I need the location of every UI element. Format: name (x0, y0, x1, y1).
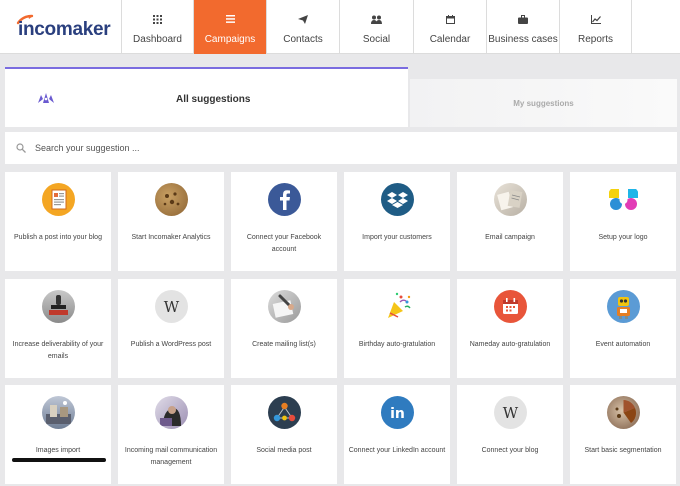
calendar-day-icon (494, 290, 527, 323)
card-label: Import your customers (362, 234, 432, 241)
stamp-icon (42, 290, 75, 323)
search-bar (5, 132, 677, 164)
grid-icon (152, 13, 164, 25)
card-label: Birthday auto-gratulation (358, 341, 436, 348)
nav-business-cases[interactable]: Business cases (486, 0, 559, 54)
nav-label: Business cases (488, 34, 558, 45)
analytics-cookie-icon (155, 183, 188, 216)
line-chart-icon (590, 13, 602, 25)
nav-label: Contacts (283, 34, 323, 45)
tab-label: My suggestions (513, 98, 574, 108)
svg-text:in: in (390, 406, 405, 422)
card-label: Connect your LinkedIn account (348, 447, 446, 454)
nav-calendar[interactable]: Calendar (413, 0, 486, 54)
suggestion-card[interactable]: Connect your Facebook account (231, 172, 337, 271)
card-label: Social media post (256, 447, 312, 454)
card-label: Setup your logo (598, 234, 648, 241)
wikipedia-icon: W (494, 396, 527, 429)
suggestion-card[interactable]: Publish a post into your blog (5, 172, 111, 271)
card-label: Create mailing list(s) (252, 341, 316, 348)
card-label: Email campaign (485, 234, 535, 241)
tab-label: All suggestions (176, 94, 251, 105)
suggestion-card[interactable]: Event automation (570, 279, 676, 378)
suggestion-card[interactable]: Social media post (231, 385, 337, 484)
suggestion-card[interactable]: Email campaign (457, 172, 563, 271)
suggestion-card[interactable]: W Publish a WordPress post (118, 279, 224, 378)
mailing-list-icon (268, 290, 301, 323)
tab-all-suggestions[interactable]: All suggestions (5, 67, 408, 127)
nav-label: Calendar (429, 34, 471, 45)
email-photo-icon (494, 183, 527, 216)
linkedin-icon: in (381, 396, 414, 429)
dropbox-icon (381, 183, 414, 216)
card-label: Nameday auto-gratulation (469, 341, 551, 348)
card-label: Connect your Facebook account (246, 234, 322, 253)
wordpress-icon: W (155, 290, 188, 323)
nav-dashboard[interactable]: Dashboard (121, 0, 193, 54)
search-icon (16, 143, 26, 153)
suggestions-icon (38, 93, 54, 103)
top-navigation-bar: incomaker Dashboard Campaigns Contacts S… (0, 0, 680, 54)
card-label: Images import (35, 447, 81, 454)
card-label: Incoming mail communication management (124, 447, 218, 466)
party-popper-icon (381, 290, 414, 323)
card-label: Start Incomaker Analytics (131, 234, 211, 241)
nav-label: Campaigns (204, 34, 256, 45)
logo-text: incomaker (18, 19, 111, 40)
suggestion-card[interactable]: Import your customers (344, 172, 450, 271)
suggestion-card[interactable]: Incoming mail communication management (118, 385, 224, 484)
card-label: Start basic segmentation (584, 447, 662, 454)
search-input[interactable] (35, 138, 635, 158)
svg-text:W: W (503, 404, 519, 422)
social-network-icon (268, 396, 301, 429)
segmentation-icon (607, 396, 640, 429)
suggestion-card[interactable]: Create mailing list(s) (231, 279, 337, 378)
paper-plane-icon (297, 13, 309, 25)
svg-text:W: W (164, 298, 180, 316)
suggestion-card[interactable]: Start basic segmentation (570, 385, 676, 484)
suggestion-card[interactable]: Images import (5, 385, 111, 484)
blog-post-icon (42, 183, 75, 216)
nav-reports[interactable]: Reports (559, 0, 632, 54)
facebook-icon (268, 183, 301, 216)
incoming-mail-icon (155, 396, 188, 429)
tab-my-suggestions[interactable]: My suggestions (410, 79, 677, 127)
suggestion-tabs: All suggestions My suggestions (5, 67, 677, 127)
calendar-icon (444, 13, 456, 25)
incomaker-logo[interactable]: incomaker (0, 0, 121, 54)
nav-contacts[interactable]: Contacts (266, 0, 339, 54)
suggestion-card[interactable]: Increase deliverability of your emails (5, 279, 111, 378)
suggestion-card[interactable]: Start Incomaker Analytics (118, 172, 224, 271)
card-label: Event automation (595, 341, 651, 348)
card-label: Publish a WordPress post (130, 341, 212, 348)
card-label: Publish a post into your blog (14, 234, 102, 241)
nav-social[interactable]: Social (339, 0, 413, 54)
suggestion-card[interactable]: Nameday auto-gratulation (457, 279, 563, 378)
suggestion-card[interactable]: in Connect your LinkedIn account (344, 385, 450, 484)
main-nav: Dashboard Campaigns Contacts Social Cale… (121, 0, 632, 54)
logo-design-icon (607, 183, 640, 216)
list-icon (224, 13, 236, 25)
nav-label: Reports (577, 34, 613, 45)
card-label: Connect your blog (481, 447, 539, 454)
suggestion-card[interactable]: Setup your logo (570, 172, 676, 271)
nav-campaigns[interactable]: Campaigns (193, 0, 266, 54)
nav-label: Social (362, 34, 391, 45)
suggestion-card[interactable]: Birthday auto-gratulation (344, 279, 450, 378)
redaction-bar (12, 458, 106, 462)
nav-label: Dashboard (133, 34, 182, 45)
briefcase-icon (517, 13, 529, 25)
images-icon (42, 396, 75, 429)
robot-icon (607, 290, 640, 323)
card-label: Increase deliverability of your emails (12, 341, 104, 360)
users-icon (371, 13, 383, 25)
suggestion-card[interactable]: W Connect your blog (457, 385, 563, 484)
